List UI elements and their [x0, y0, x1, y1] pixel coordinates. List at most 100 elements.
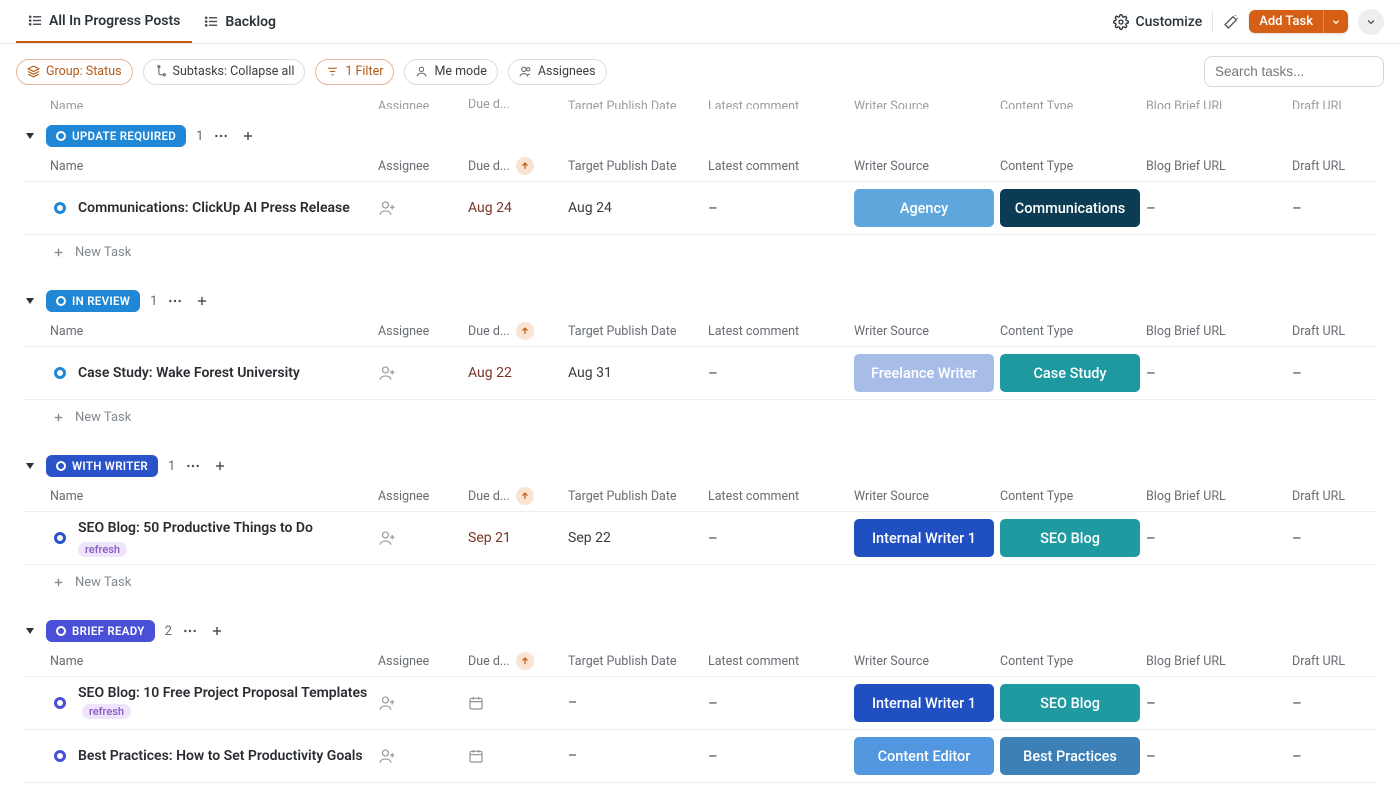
collapse-toggle[interactable]: [24, 295, 36, 307]
col-due[interactable]: Due d...: [468, 157, 568, 175]
col-comment[interactable]: Latest comment: [708, 654, 854, 669]
group-more-button[interactable]: [185, 458, 201, 474]
col-target[interactable]: Target Publish Date: [568, 159, 708, 174]
content-type-chip[interactable]: SEO Blog: [1000, 684, 1140, 722]
group-add-button[interactable]: [193, 292, 211, 310]
col-brief[interactable]: Blog Brief URL: [1146, 654, 1292, 669]
col-assignee[interactable]: Assignee: [378, 159, 468, 174]
task-name: Case Study: Wake Forest University: [78, 364, 300, 383]
col-name[interactable]: Name: [48, 489, 378, 504]
collapse-toggle[interactable]: [24, 460, 36, 472]
col-due[interactable]: Due d...: [468, 652, 568, 670]
task-status-icon[interactable]: [54, 202, 66, 214]
col-assignee[interactable]: Assignee: [378, 489, 468, 504]
target-date: Aug 24: [568, 200, 612, 216]
col-comment[interactable]: Latest comment: [708, 324, 854, 339]
col-brief[interactable]: Blog Brief URL: [1146, 324, 1292, 339]
group-pill[interactable]: Group: Status: [16, 59, 133, 85]
task-row[interactable]: Best Practices: How to Set Productivity …: [24, 729, 1376, 783]
assign-user-button[interactable]: [378, 364, 468, 382]
column-headers: Name Assignee Due d... Target Publish Da…: [24, 642, 1376, 676]
col-brief[interactable]: Blog Brief URL: [1146, 489, 1292, 504]
col-due[interactable]: Due d...: [468, 487, 568, 505]
col-assignee[interactable]: Assignee: [378, 324, 468, 339]
tab-all-in-progress[interactable]: All In Progress Posts: [16, 0, 192, 43]
col-draft[interactable]: Draft URL: [1292, 159, 1392, 174]
task-status-icon[interactable]: [54, 532, 66, 544]
col-type[interactable]: Content Type: [1000, 489, 1146, 504]
subtasks-pill[interactable]: Subtasks: Collapse all: [143, 59, 306, 85]
group-more-button[interactable]: [213, 128, 229, 144]
col-writer[interactable]: Writer Source: [854, 489, 1000, 504]
group-add-button[interactable]: [208, 622, 226, 640]
target-date: Aug 31: [568, 365, 612, 381]
col-name[interactable]: Name: [48, 324, 378, 339]
collapse-toggle[interactable]: [24, 130, 36, 142]
col-type[interactable]: Content Type: [1000, 159, 1146, 174]
add-task-main[interactable]: Add Task: [1249, 10, 1323, 33]
assign-user-button[interactable]: [378, 694, 468, 712]
customize-button[interactable]: Customize: [1113, 14, 1202, 30]
col-target[interactable]: Target Publish Date: [568, 489, 708, 504]
status-badge[interactable]: BRIEF READY: [46, 620, 155, 642]
status-badge[interactable]: IN REVIEW: [46, 290, 140, 312]
group-add-button[interactable]: [211, 457, 229, 475]
col-writer[interactable]: Writer Source: [854, 159, 1000, 174]
column-headers: Name Assignee Due d... Target Publish Da…: [24, 147, 1376, 181]
writer-source-chip[interactable]: Content Editor: [854, 737, 994, 775]
task-row[interactable]: SEO Blog: 50 Productive Things to Do ref…: [24, 511, 1376, 565]
task-status-icon[interactable]: [54, 367, 66, 379]
col-due[interactable]: Due d...: [468, 322, 568, 340]
group-more-button[interactable]: [167, 293, 183, 309]
col-assignee[interactable]: Assignee: [378, 654, 468, 669]
col-comment[interactable]: Latest comment: [708, 159, 854, 174]
assign-user-button[interactable]: [378, 529, 468, 547]
task-row[interactable]: Case Study: Wake Forest University Aug 2…: [24, 346, 1376, 400]
assignees-pill[interactable]: Assignees: [508, 59, 607, 85]
calendar-icon[interactable]: [468, 748, 484, 764]
col-type[interactable]: Content Type: [1000, 324, 1146, 339]
col-name[interactable]: Name: [48, 159, 378, 174]
col-draft[interactable]: Draft URL: [1292, 489, 1392, 504]
search-input[interactable]: [1204, 56, 1384, 87]
task-row[interactable]: Communications: ClickUp AI Press Release…: [24, 181, 1376, 235]
writer-source-chip[interactable]: Agency: [854, 189, 994, 227]
new-task-button[interactable]: New Task: [24, 235, 1376, 270]
col-type[interactable]: Content Type: [1000, 654, 1146, 669]
col-brief[interactable]: Blog Brief URL: [1146, 159, 1292, 174]
col-writer[interactable]: Writer Source: [854, 324, 1000, 339]
col-draft[interactable]: Draft URL: [1292, 324, 1392, 339]
content-type-chip[interactable]: SEO Blog: [1000, 519, 1140, 557]
status-badge[interactable]: WITH WRITER: [46, 455, 158, 477]
content-type-chip[interactable]: Best Practices: [1000, 737, 1140, 775]
add-task-dropdown[interactable]: [1323, 10, 1348, 33]
col-target[interactable]: Target Publish Date: [568, 324, 708, 339]
new-task-button[interactable]: New Task: [24, 400, 1376, 435]
filter-pill[interactable]: 1 Filter: [315, 59, 394, 85]
assign-user-button[interactable]: [378, 199, 468, 217]
group-add-button[interactable]: [239, 127, 257, 145]
writer-source-chip[interactable]: Freelance Writer: [854, 354, 994, 392]
new-task-button[interactable]: New Task: [24, 565, 1376, 600]
content-type-chip[interactable]: Communications: [1000, 189, 1140, 227]
status-badge[interactable]: UPDATE REQUIRED: [46, 125, 186, 147]
writer-source-chip[interactable]: Internal Writer 1: [854, 519, 994, 557]
col-name[interactable]: Name: [48, 654, 378, 669]
tab-backlog[interactable]: Backlog: [192, 0, 288, 43]
status-group: UPDATE REQUIRED 1 Name Assignee Due d...…: [0, 113, 1400, 278]
collapse-toggle[interactable]: [24, 625, 36, 637]
collapse-panel-button[interactable]: [1358, 9, 1384, 35]
col-draft[interactable]: Draft URL: [1292, 654, 1392, 669]
group-more-button[interactable]: [182, 623, 198, 639]
col-target[interactable]: Target Publish Date: [568, 654, 708, 669]
assign-user-button[interactable]: [378, 747, 468, 765]
task-status-icon[interactable]: [54, 697, 66, 709]
task-row[interactable]: SEO Blog: 10 Free Project Proposal Templ…: [24, 676, 1376, 729]
calendar-icon[interactable]: [468, 695, 484, 711]
col-comment[interactable]: Latest comment: [708, 489, 854, 504]
autopilot-button[interactable]: [1223, 14, 1239, 30]
me-mode-pill[interactable]: Me mode: [404, 59, 497, 85]
writer-source-chip[interactable]: Internal Writer 1: [854, 684, 994, 722]
col-writer[interactable]: Writer Source: [854, 654, 1000, 669]
content-type-chip[interactable]: Case Study: [1000, 354, 1140, 392]
